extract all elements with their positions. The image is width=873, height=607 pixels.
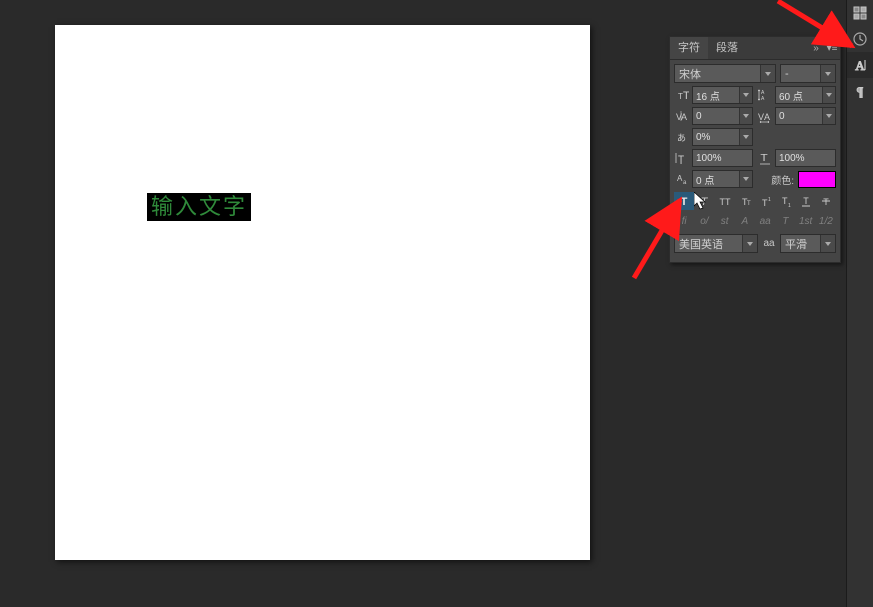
collapse-icon[interactable]: » <box>808 43 824 54</box>
chevron-down-icon[interactable] <box>760 65 775 82</box>
vscale-input[interactable]: 100% <box>692 149 753 167</box>
antialias-icon: aa <box>762 236 776 252</box>
chevron-down-icon[interactable] <box>739 129 752 145</box>
opentype-row: fi o/ st A aa T 1st 1/2 <box>674 212 836 230</box>
svg-text:A: A <box>764 112 770 122</box>
svg-text:A: A <box>761 96 765 102</box>
svg-text:T: T <box>803 196 809 206</box>
baseline-icon: あ <box>674 129 690 145</box>
svg-text:1: 1 <box>768 197 771 203</box>
tracking-icon: VA <box>757 108 773 124</box>
panel-tabs: 字符 段落 » ▾≡ <box>670 37 840 60</box>
kerning-input[interactable]: 0 <box>692 107 753 125</box>
svg-text:T: T <box>823 197 829 207</box>
faux-bold-button[interactable]: T <box>674 192 694 210</box>
strikethrough-button[interactable]: T <box>816 192 836 210</box>
chevron-down-icon[interactable] <box>739 108 752 124</box>
chevron-down-icon[interactable] <box>742 235 757 252</box>
swatches-icon[interactable] <box>847 0 873 26</box>
history-icon[interactable] <box>847 26 873 52</box>
subscript-button[interactable]: T1 <box>775 192 795 210</box>
svg-text:A: A <box>855 58 865 73</box>
vscale-icon: T <box>674 150 690 166</box>
chevron-down-icon[interactable] <box>820 235 835 252</box>
font-family-value: 宋体 <box>679 66 701 82</box>
svg-text:T: T <box>681 196 688 208</box>
chevron-down-icon[interactable] <box>822 108 835 124</box>
ot-titling-button[interactable]: A <box>735 212 755 230</box>
svg-text:¶: ¶ <box>857 84 863 99</box>
tracking-input[interactable]: 0 <box>775 107 836 125</box>
chevron-down-icon[interactable] <box>739 171 752 187</box>
ot-slashzero-button[interactable]: o/ <box>694 212 714 230</box>
tab-paragraph[interactable]: 段落 <box>708 37 746 59</box>
antialias-value: 平滑 <box>785 236 807 252</box>
ot-fractions-button[interactable]: 1/2 <box>816 212 836 230</box>
svg-text:あ: あ <box>677 133 686 143</box>
color-label: 颜色: <box>771 172 794 187</box>
svg-text:T: T <box>683 90 689 102</box>
svg-text:1: 1 <box>788 203 791 208</box>
allcaps-button[interactable]: TT <box>715 192 735 210</box>
kerning-icon: VA <box>674 108 690 124</box>
ot-contextual-button[interactable]: aa <box>755 212 775 230</box>
svg-text:T: T <box>760 153 768 164</box>
leading-input[interactable]: 60 点 <box>775 86 836 104</box>
svg-text:TT: TT <box>719 197 730 207</box>
ot-stylistic-button[interactable]: st <box>715 212 735 230</box>
antialias-select[interactable]: 平滑 <box>780 234 836 253</box>
leading-icon: AA <box>757 87 773 103</box>
panel-menu-icon[interactable]: ▾≡ <box>824 43 840 54</box>
smallcaps-button[interactable]: TT <box>735 192 755 210</box>
baseline-shift-icon: Aa <box>674 171 690 187</box>
font-style-value: - <box>785 68 789 80</box>
font-style-select[interactable]: - <box>780 64 836 83</box>
ot-swash-button[interactable]: T <box>775 212 795 230</box>
right-toolbar: A ¶ <box>846 0 873 607</box>
baseline-input[interactable]: 0% <box>692 128 753 146</box>
hscale-input[interactable]: 100% <box>775 149 836 167</box>
tab-character[interactable]: 字符 <box>670 37 708 59</box>
document-canvas[interactable]: 输入文字 <box>55 25 590 560</box>
paragraph-panel-icon[interactable]: ¶ <box>847 78 873 104</box>
underline-button[interactable]: T <box>796 192 816 210</box>
faux-italic-button[interactable]: T <box>694 192 714 210</box>
character-panel: 字符 段落 » ▾≡ 宋体 - TT 16 点 AA 60 点 <box>669 36 841 263</box>
svg-text:T: T <box>701 196 709 208</box>
superscript-button[interactable]: T1 <box>755 192 775 210</box>
character-panel-icon[interactable]: A <box>847 52 873 78</box>
ot-ordinals-button[interactable]: 1st <box>796 212 816 230</box>
chevron-down-icon[interactable] <box>820 65 835 82</box>
language-select[interactable]: 美国英语 <box>674 234 758 253</box>
svg-text:T: T <box>678 154 684 165</box>
svg-text:A: A <box>681 112 687 122</box>
style-buttons-row: T T TT TT T1 T1 T T <box>674 192 836 210</box>
font-size-input[interactable]: 16 点 <box>692 86 753 104</box>
baseline-shift-input[interactable]: 0 点 <box>692 170 753 188</box>
ot-ligatures-button[interactable]: fi <box>674 212 694 230</box>
svg-text:T: T <box>747 201 751 207</box>
language-value: 美国英语 <box>679 236 723 252</box>
text-layer[interactable]: 输入文字 <box>147 193 251 221</box>
chevron-down-icon[interactable] <box>822 87 835 103</box>
chevron-down-icon[interactable] <box>739 87 752 103</box>
font-family-select[interactable]: 宋体 <box>674 64 776 83</box>
font-size-icon: TT <box>674 87 690 103</box>
text-color-swatch[interactable] <box>798 171 836 188</box>
hscale-icon: T <box>757 150 773 166</box>
svg-text:a: a <box>683 180 687 186</box>
